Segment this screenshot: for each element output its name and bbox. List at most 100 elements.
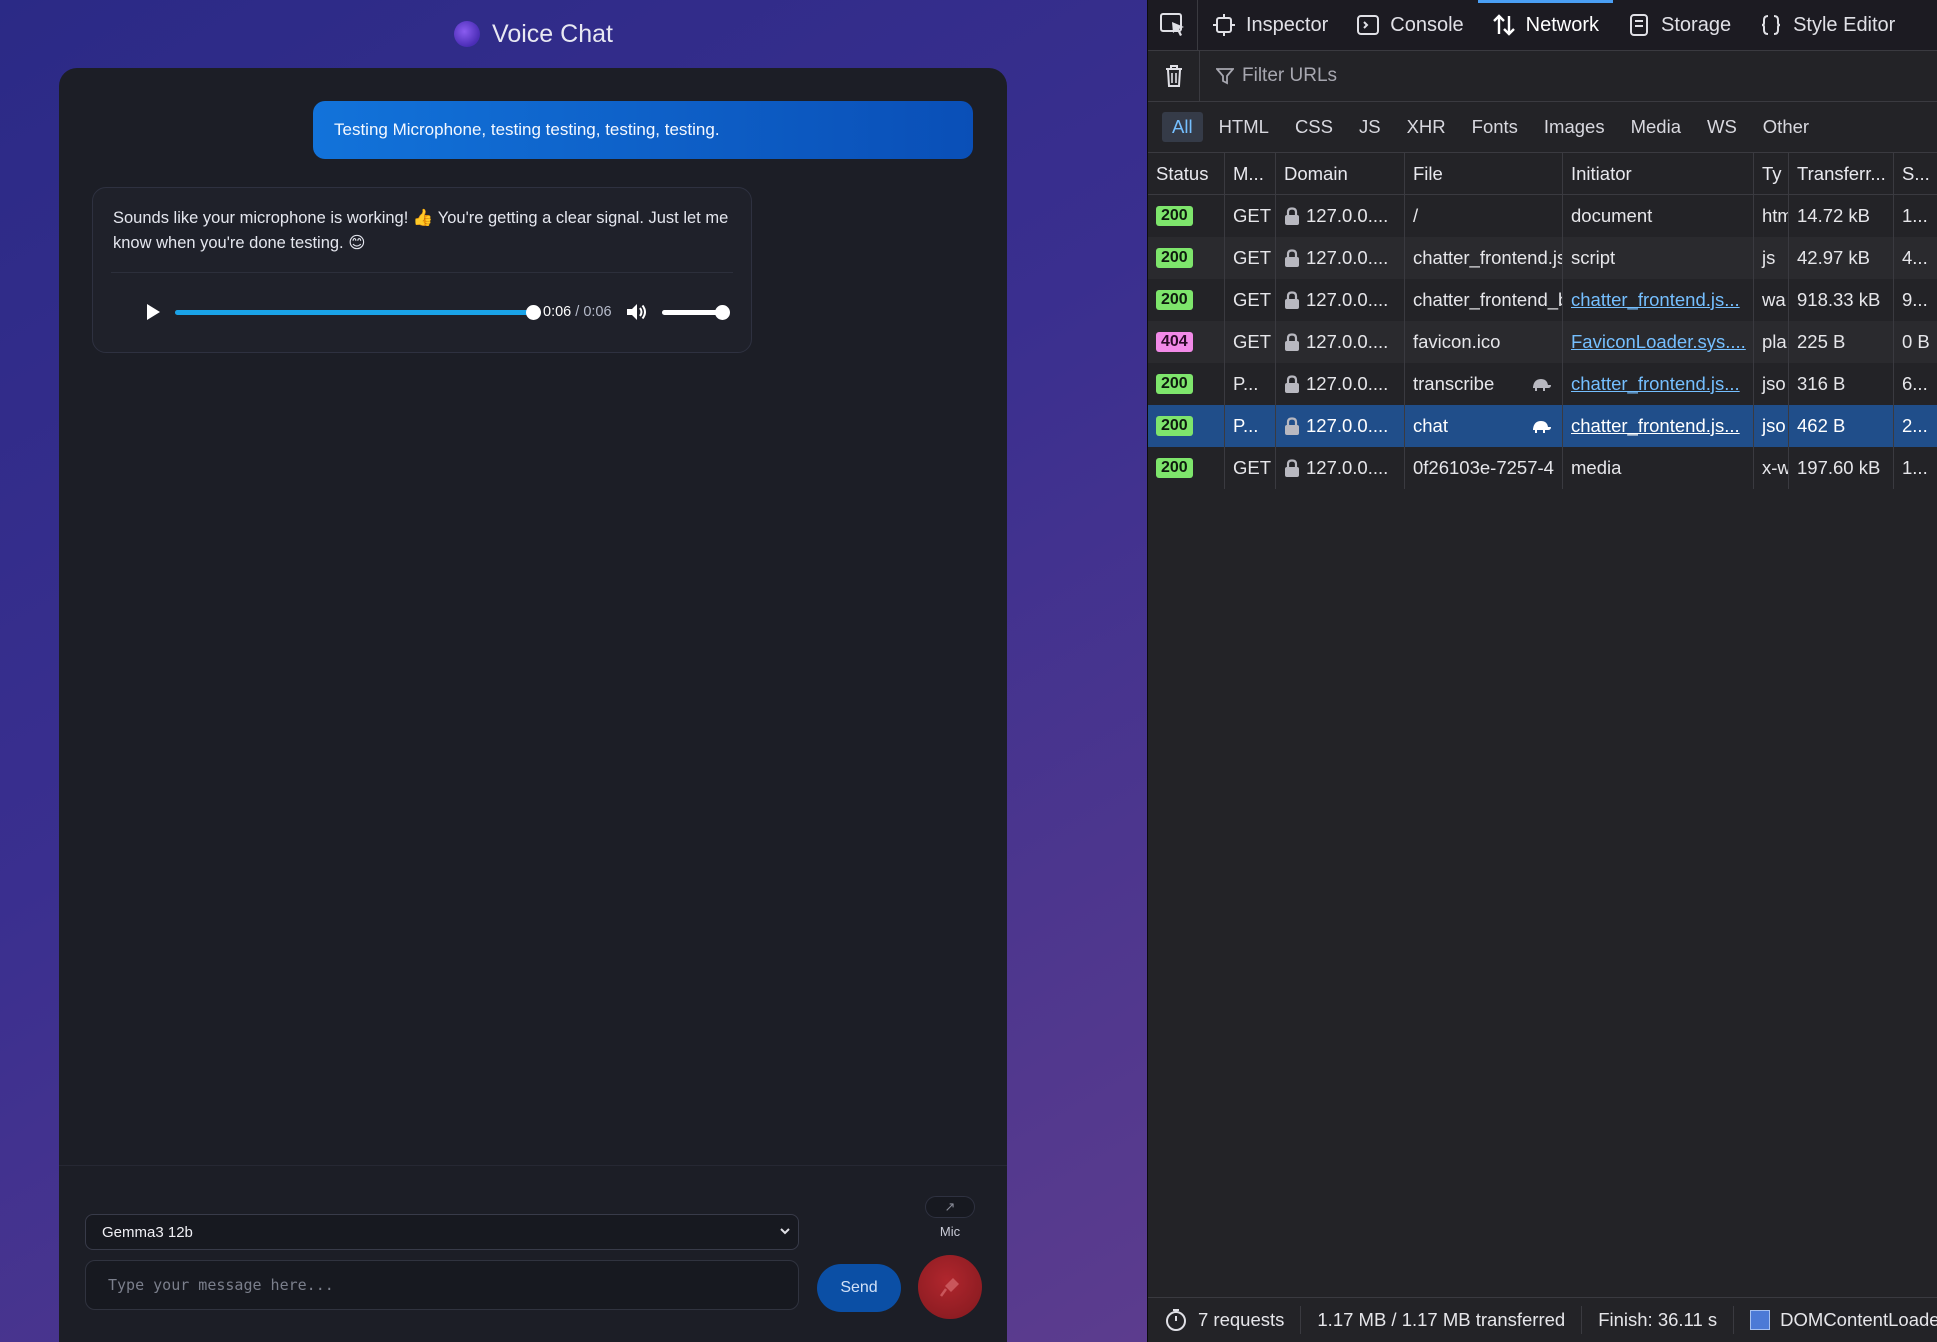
initiator-cell[interactable]: chatter_frontend.js... [1563, 363, 1754, 405]
lock-icon [1285, 416, 1299, 435]
console-icon [1357, 15, 1380, 35]
initiator-cell[interactable]: FaviconLoader.sys.... [1563, 321, 1754, 363]
file-cell: / [1405, 195, 1563, 237]
type-filter-media[interactable]: Media [1621, 112, 1691, 142]
dcl-text: DOMContentLoaded [1780, 1309, 1937, 1330]
filter-field [1200, 65, 1642, 87]
send-button[interactable]: Send [817, 1264, 901, 1312]
method-cell: P... [1225, 405, 1276, 447]
type-filter-css[interactable]: CSS [1285, 112, 1343, 142]
size-cell: 0 B [1902, 331, 1930, 352]
status-cell: 200 [1148, 405, 1225, 447]
size-cell: 2... [1902, 415, 1928, 436]
method-cell: GET [1225, 321, 1276, 363]
size-cell: 4... [1902, 247, 1928, 268]
domain-text: 127.0.0.... [1306, 289, 1389, 310]
table-row[interactable]: 404 GET 127.0.0.... favicon.ico FaviconLoade… [1148, 321, 1937, 363]
type-filter-fonts[interactable]: Fonts [1462, 112, 1528, 142]
column-header[interactable]: Transferr... [1789, 153, 1894, 194]
type-filter-xhr[interactable]: XHR [1397, 112, 1456, 142]
tab-storage[interactable]: Storage [1613, 0, 1745, 50]
element-picker-icon [1159, 13, 1184, 36]
mic-button[interactable] [918, 1255, 982, 1319]
column-header[interactable]: File [1405, 153, 1563, 194]
initiator-text[interactable]: FaviconLoader.sys.... [1571, 331, 1746, 353]
table-row[interactable]: 200 P... 127.0.0.... chat chatter_frontend.j… [1148, 405, 1937, 447]
table-row[interactable]: 200 GET 127.0.0.... / document htm14.72 kB 1..… [1148, 195, 1937, 237]
initiator-cell[interactable]: chatter_frontend.js... [1563, 405, 1754, 447]
volume-slider[interactable] [661, 304, 730, 320]
initiator-text[interactable]: chatter_frontend.js... [1571, 373, 1740, 395]
domain-text: 127.0.0.... [1306, 457, 1389, 478]
current-time: 0:06 [543, 304, 572, 320]
initiator-cell[interactable]: chatter_frontend.js... [1563, 279, 1754, 321]
tab-style-editor[interactable]: Style Editor [1745, 0, 1909, 50]
type-cell: pla [1754, 321, 1789, 363]
type-filter-html[interactable]: HTML [1209, 112, 1279, 142]
message-input[interactable] [85, 1260, 799, 1310]
column-header[interactable]: M... [1225, 153, 1276, 194]
tab-label: Console [1390, 13, 1464, 36]
inspector-icon [1213, 14, 1235, 36]
dom-content-loaded: DOMContentLoaded [1734, 1306, 1937, 1334]
domain-cell: 127.0.0.... [1276, 321, 1405, 363]
size-cell: 1... [1902, 457, 1928, 478]
type-filter-js[interactable]: JS [1349, 112, 1391, 142]
column-header[interactable]: Initiator [1563, 153, 1754, 194]
column-header[interactable]: Domain [1276, 153, 1405, 194]
column-header[interactable]: Ty [1754, 153, 1789, 194]
type-filter-ws[interactable]: WS [1697, 112, 1747, 142]
file-cell: chatter_frontend_bg.wasm [1405, 279, 1563, 321]
seek-slider[interactable] [175, 304, 541, 320]
tab-inspector[interactable]: Inspector [1198, 0, 1342, 50]
lock-icon [1285, 332, 1299, 351]
mic-expand-button[interactable]: ↗ [925, 1196, 975, 1218]
table-row[interactable]: 200 GET 127.0.0.... chatter_frontend_bg.was… [1148, 279, 1937, 321]
type-filter-images[interactable]: Images [1534, 112, 1615, 142]
assistant-message-text: Sounds like your microphone is working! … [113, 209, 729, 252]
initiator-text: document [1571, 205, 1653, 226]
transferred-cell: 42.97 kB [1789, 237, 1894, 279]
volume-button[interactable] [626, 301, 652, 323]
tab-network[interactable]: Network [1477, 0, 1614, 50]
initiator-text[interactable]: chatter_frontend.js... [1571, 289, 1740, 311]
column-header[interactable]: S... [1894, 153, 1937, 194]
user-message: Testing Microphone, testing testing, tes… [313, 101, 973, 159]
voice-logo-icon [454, 21, 481, 47]
devtools-toolbar: Inspector Console Network Storage Style … [1148, 0, 1937, 51]
style-editor-icon [1762, 15, 1781, 35]
seek-thumb[interactable] [526, 304, 541, 320]
tab-console[interactable]: Console [1342, 0, 1477, 50]
initiator-text[interactable]: chatter_frontend.js... [1571, 415, 1740, 437]
initiator-text: script [1571, 247, 1616, 268]
domain-cell: 127.0.0.... [1276, 195, 1405, 237]
clear-button[interactable] [1148, 50, 1200, 102]
table-row[interactable]: 200 P... 127.0.0.... transcribe chatter_fron… [1148, 363, 1937, 405]
volume-thumb[interactable] [714, 304, 730, 320]
table-row[interactable]: 200 GET 127.0.0.... chatter_frontend.js scri… [1148, 237, 1937, 279]
table-row[interactable]: 200 GET 127.0.0.... 0f26103e-7257-4 media x-w… [1148, 447, 1937, 489]
initiator-cell: document [1563, 195, 1754, 237]
microphone-icon [939, 1278, 959, 1297]
tab-label: Style Editor [1793, 13, 1896, 36]
method-cell: P... [1225, 363, 1276, 405]
filter-urls-input[interactable] [1242, 65, 1642, 87]
lock-icon [1285, 290, 1299, 309]
transferred-cell: 918.33 kB [1789, 279, 1894, 321]
type-cell: js [1754, 237, 1789, 279]
file-text: chatter_frontend.js [1413, 247, 1563, 268]
type-filter-all[interactable]: All [1162, 112, 1203, 142]
play-button[interactable] [133, 292, 173, 332]
size-cell: 6... [1902, 373, 1928, 394]
file-cell: transcribe [1405, 363, 1563, 405]
file-cell: 0f26103e-7257-4 [1405, 447, 1563, 489]
element-picker-button[interactable] [1148, 0, 1198, 50]
speaker-icon [626, 304, 646, 320]
column-header[interactable]: Status [1148, 153, 1225, 194]
assistant-message: Sounds like your microphone is working! … [92, 187, 752, 353]
finish-time: Finish: 36.11 s [1582, 1306, 1735, 1334]
model-select[interactable]: Gemma3 12b [85, 1214, 799, 1250]
type-filter-other[interactable]: Other [1753, 112, 1819, 142]
type-cell: jso [1754, 405, 1789, 447]
file-cell: favicon.ico [1405, 321, 1563, 363]
